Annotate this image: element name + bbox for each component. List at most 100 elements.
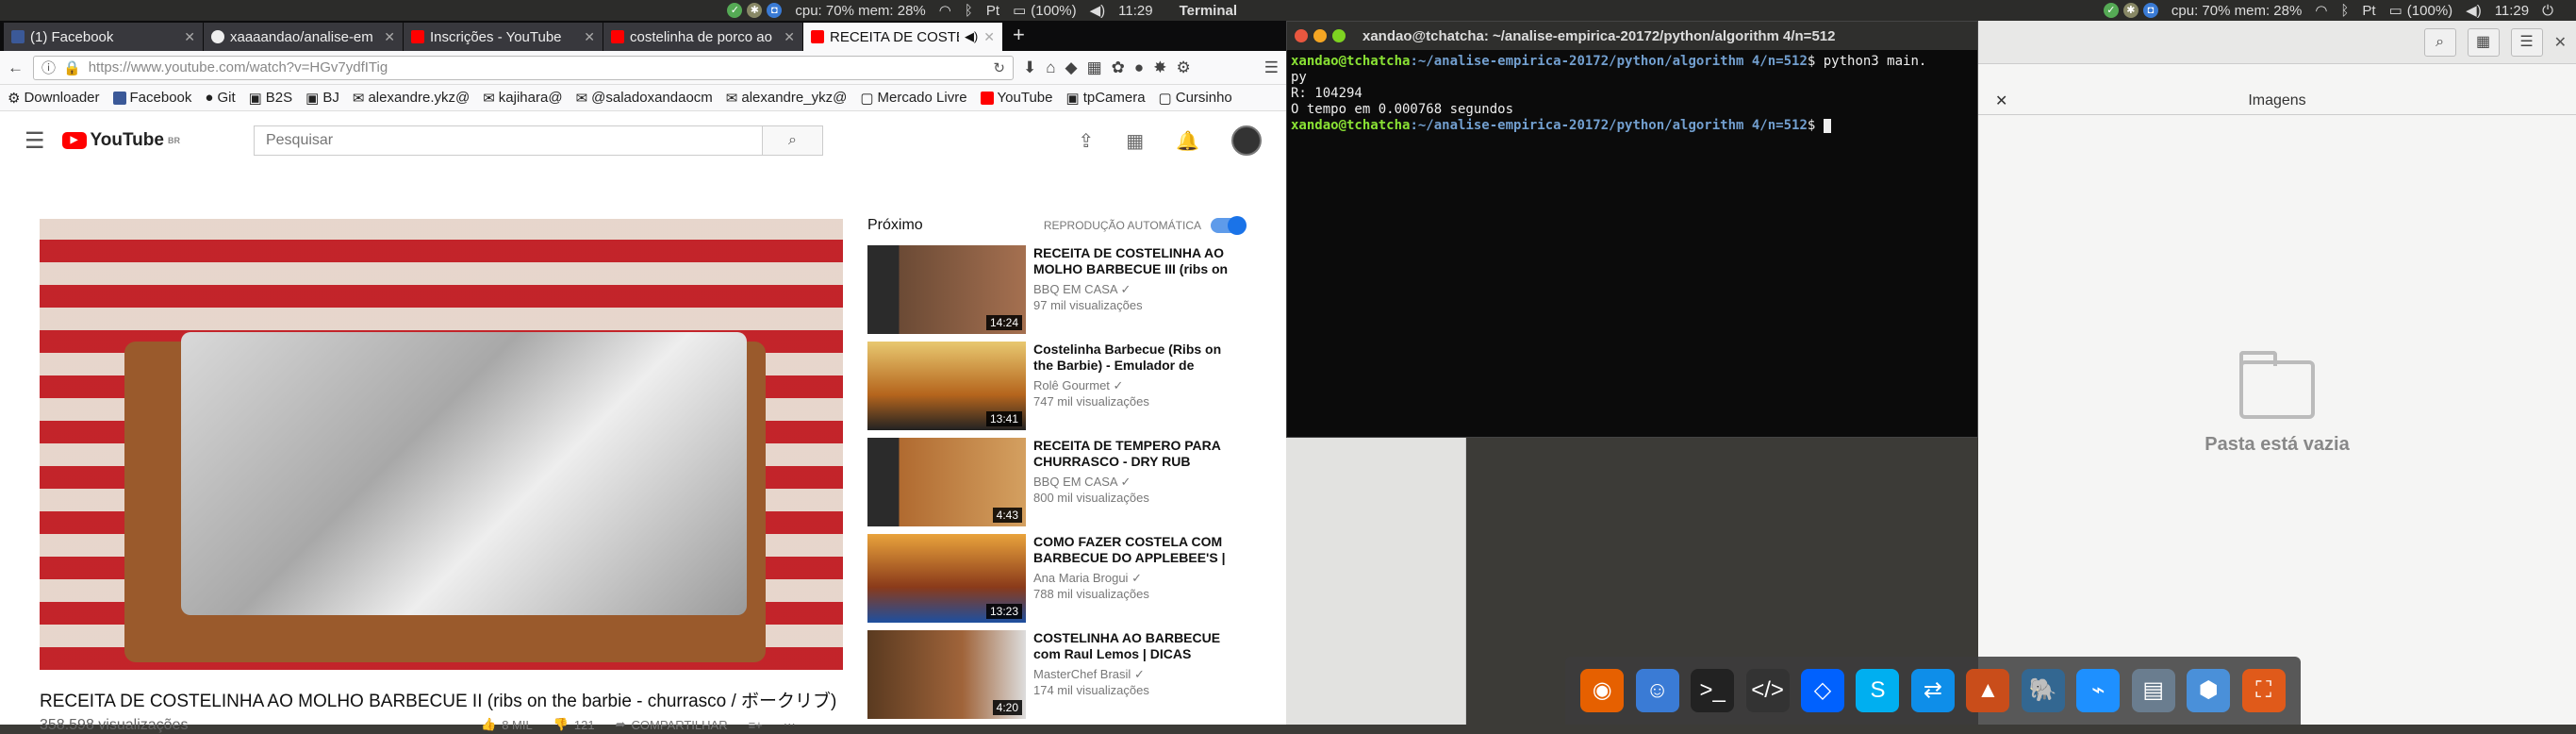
hamburger-menu-icon[interactable]: ☰ (25, 127, 45, 155)
download-icon[interactable]: ⬇ (1023, 58, 1036, 77)
package-icon[interactable]: ⛶ (2241, 669, 2286, 712)
menu-icon[interactable]: ☰ (1264, 58, 1279, 77)
rec-title[interactable]: RECEITA DE COSTELINHA AO MOLHO BARBECUE … (1033, 245, 1245, 277)
avatar[interactable] (1231, 125, 1262, 156)
extension-icon[interactable]: ▦ (1087, 58, 1102, 77)
bookmark-icon[interactable]: ◆ (1065, 58, 1078, 77)
files-tab-imagens[interactable]: ✕ Imagens (1978, 87, 2576, 115)
close-tab-icon[interactable]: ✕ (1995, 92, 2007, 110)
bluetooth-icon[interactable]: ᛒ (965, 3, 973, 19)
power-icon[interactable]: ⏻ (2542, 3, 2553, 19)
youtube-logo[interactable]: ▶ YouTube BR (61, 130, 180, 151)
close-tab-icon[interactable]: ✕ (983, 29, 995, 45)
add-to-playlist-button[interactable]: ≡+ (749, 717, 763, 732)
bookmark-item[interactable]: ▢ Mercado Livre (860, 90, 966, 107)
indicator-icons-right[interactable]: ✓ ✱ ◘ (2103, 3, 2158, 18)
disk-utility-icon[interactable]: ▤ (2131, 669, 2175, 712)
code-editor-icon[interactable]: </> (1745, 669, 1790, 712)
teamviewer-icon[interactable]: ⇄ (1910, 669, 1955, 712)
indicator-icons[interactable]: ✓ ✱ ◘ (727, 3, 783, 18)
video-thumbnail[interactable]: 4:20 (867, 630, 1026, 719)
bookmark-item[interactable]: ✉ alexandre.ykz@ (353, 90, 470, 107)
volume-icon[interactable]: ◀) (1090, 2, 1106, 19)
tab-receita-active[interactable]: RECEITA DE COSTEL ◀) ✕ (803, 23, 1003, 51)
tab-facebook[interactable]: (1) Facebook ✕ (4, 23, 204, 51)
close-icon[interactable]: ✕ (2554, 33, 2567, 52)
video-thumbnail[interactable]: 13:23 (867, 534, 1026, 623)
terminal-titlebar[interactable]: xandao@tchatcha: ~/analise-empirica-2017… (1287, 22, 1977, 50)
close-icon[interactable] (1295, 29, 1308, 42)
extension-icon[interactable]: ● (1134, 58, 1144, 77)
reload-icon[interactable]: ↻ (993, 59, 1005, 76)
autoplay-toggle[interactable] (1211, 216, 1247, 235)
bookmark-item[interactable]: Facebook (112, 90, 191, 106)
extension-icon[interactable]: ✸ (1153, 58, 1166, 77)
apps-grid-icon[interactable]: ▦ (1126, 129, 1144, 153)
upload-icon[interactable]: ⇪ (1078, 129, 1094, 153)
share-button[interactable]: ➦ COMPARTILHAR (616, 717, 728, 732)
recommended-video[interactable]: 4:43 RECEITA DE TEMPERO PARA CHURRASCO -… (867, 438, 1245, 526)
clock[interactable]: 11:29 (1118, 3, 1152, 19)
minimize-icon[interactable] (1313, 29, 1327, 42)
video-thumbnail[interactable]: 4:43 (867, 438, 1026, 526)
url-bar[interactable]: ⓘ 🔒 https://www.youtube.com/watch?v=HGv7… (33, 55, 1014, 80)
rec-title[interactable]: Costelinha Barbecue (Ribs on the Barbie)… (1033, 342, 1245, 374)
close-tab-icon[interactable]: ✕ (384, 29, 395, 45)
home-icon[interactable]: ⌂ (1046, 58, 1055, 77)
wifi-icon-right[interactable]: ◠ (2315, 2, 2327, 19)
recommended-video[interactable]: 14:24 RECEITA DE COSTELINHA AO MOLHO BAR… (867, 245, 1245, 334)
bookmark-item[interactable]: ▣ BJ (305, 90, 339, 107)
virtualbox-icon[interactable]: ⬢ (2187, 669, 2231, 712)
like-button[interactable]: 👍 8 MIL (481, 717, 533, 732)
bookmark-item[interactable]: ✉ alexandre_ykz@ (726, 90, 848, 107)
bookmark-item[interactable]: ▣ B2S (249, 90, 293, 107)
battery-text[interactable]: ▭ (100%) (1013, 2, 1077, 20)
rec-channel[interactable]: BBQ EM CASA (1033, 282, 1117, 296)
extension-icon[interactable]: ✿ (1112, 58, 1125, 77)
menu-icon[interactable]: ☰ (2510, 27, 2543, 57)
close-tab-icon[interactable]: ✕ (784, 29, 795, 45)
rec-channel[interactable]: MasterChef Brasil (1033, 667, 1131, 681)
recommended-video[interactable]: 13:23 COMO FAZER COSTELA COM BARBECUE DO… (867, 534, 1245, 623)
bluetooth-icon-right[interactable]: ᛒ (2340, 3, 2349, 19)
bookmark-item[interactable]: YouTube (980, 90, 1053, 106)
back-icon[interactable]: ← (8, 58, 24, 77)
bookmark-item[interactable]: ✉ kajihara@ (483, 90, 562, 107)
wifi-icon[interactable]: ◠ (939, 2, 951, 19)
tab-costelinha-search[interactable]: costelinha de porco ao ✕ (603, 23, 803, 51)
tab-inscricoes[interactable]: Inscrições - YouTube ✕ (404, 23, 603, 51)
search-icon[interactable]: ⌕ (761, 126, 822, 155)
dropbox-icon[interactable]: ◇ (1801, 669, 1845, 712)
rec-channel[interactable]: Rolê Gourmet (1033, 378, 1110, 392)
notification-bell-icon[interactable]: 🔔 (1176, 129, 1199, 153)
volume-icon-right[interactable]: ◀) (2466, 2, 2482, 19)
rec-title[interactable]: RECEITA DE TEMPERO PARA CHURRASCO - DRY … (1033, 438, 1245, 470)
mysql-workbench-icon[interactable]: ⌁ (2076, 669, 2121, 712)
maximize-icon[interactable] (1332, 29, 1346, 42)
dislike-button[interactable]: 👎 121 (553, 717, 595, 732)
recommended-video[interactable]: 4:20 COSTELINHA AO BARBECUE com Raul Lem… (867, 630, 1245, 719)
rec-title[interactable]: COMO FAZER COSTELA COM BARBECUE DO APPLE… (1033, 534, 1245, 566)
tab-github[interactable]: xaaaandao/analise-em ✕ (204, 23, 404, 51)
bookmark-item[interactable]: ▢ Cursinho (1159, 90, 1232, 107)
rec-channel[interactable]: BBQ EM CASA (1033, 475, 1117, 489)
matlab-icon[interactable]: ▲ (1966, 669, 2010, 712)
extension-icon[interactable]: ⚙ (1176, 58, 1190, 77)
keyboard-layout-icon[interactable]: Pt (986, 3, 999, 19)
bookmark-item[interactable]: ● Git (205, 90, 235, 106)
firefox-icon[interactable]: ◉ (1580, 669, 1625, 712)
clock-right[interactable]: 11:29 (2495, 3, 2529, 19)
search-icon[interactable]: ⌕ (2423, 27, 2456, 57)
close-tab-icon[interactable]: ✕ (584, 29, 595, 45)
video-thumbnail[interactable]: 13:41 (867, 342, 1026, 430)
terminal-window[interactable]: xandao@tchatcha: ~/analise-empirica-2017… (1286, 21, 1978, 438)
speaker-icon[interactable]: ◀) (965, 29, 978, 44)
view-grid-icon[interactable]: ▦ (2467, 27, 2500, 57)
bookmark-item[interactable]: ✉ @saladoxandaocm (576, 90, 713, 107)
postgresql-icon[interactable]: 🐘 (2021, 669, 2065, 712)
info-icon[interactable]: ⓘ (41, 58, 56, 77)
video-thumbnail[interactable]: 14:24 (867, 245, 1026, 334)
new-tab-button[interactable]: + (1003, 23, 1034, 51)
close-tab-icon[interactable]: ✕ (184, 29, 195, 45)
recommended-video[interactable]: 13:41 Costelinha Barbecue (Ribs on the B… (867, 342, 1245, 430)
